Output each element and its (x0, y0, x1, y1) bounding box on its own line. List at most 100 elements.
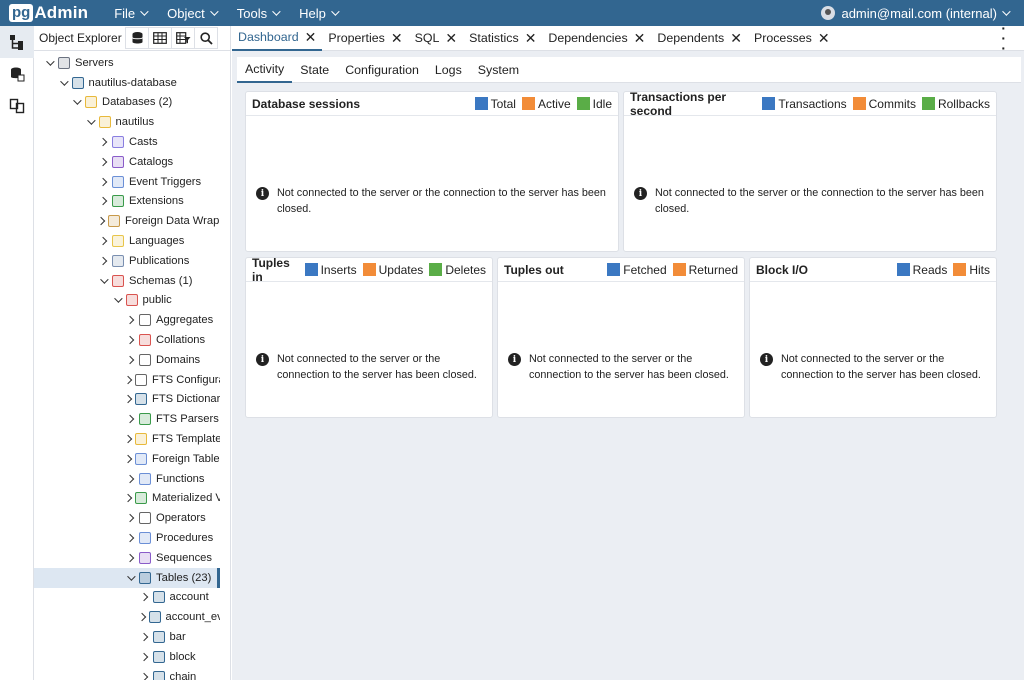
chevron-right-icon[interactable] (98, 218, 104, 224)
tree-node[interactable]: Servers (34, 53, 220, 73)
schema-diff-rail-button[interactable] (0, 90, 34, 122)
tab-processes[interactable]: Processes ✕ (748, 26, 836, 51)
subtab-system[interactable]: System (470, 57, 527, 83)
legend-item[interactable]: Transactions (762, 97, 847, 111)
user-menu[interactable]: admin@mail.com (internal) (821, 6, 1011, 21)
chevron-right-icon[interactable] (98, 198, 108, 204)
legend-item[interactable]: Returned (672, 263, 738, 277)
tab-properties[interactable]: Properties ✕ (322, 26, 408, 51)
chevron-right-icon[interactable] (139, 634, 149, 640)
tree-node[interactable]: Languages (34, 231, 220, 251)
chevron-right-icon[interactable] (139, 654, 149, 660)
subtab-logs[interactable]: Logs (427, 57, 470, 83)
tree-node[interactable]: chain (34, 667, 220, 680)
chevron-right-icon[interactable] (125, 535, 135, 541)
legend-item[interactable]: Commits (852, 97, 916, 111)
chevron-down-icon[interactable] (71, 99, 81, 105)
legend-item[interactable]: Inserts (304, 263, 357, 277)
filtered-rows-button[interactable] (171, 27, 195, 49)
close-icon[interactable]: ✕ (730, 31, 742, 45)
tree-node[interactable]: bar (34, 627, 220, 647)
tree-node[interactable]: FTS Configurations (34, 370, 220, 390)
query-tool-button[interactable] (125, 27, 149, 49)
chevron-right-icon[interactable] (125, 377, 131, 383)
chevron-down-icon[interactable] (125, 575, 135, 581)
tree-node[interactable]: Schemas (1) (34, 271, 220, 291)
view-data-button[interactable] (148, 27, 172, 49)
chevron-down-icon[interactable] (85, 119, 95, 125)
menu-object[interactable]: Object (162, 6, 221, 21)
close-icon[interactable]: ✕ (305, 30, 317, 44)
close-icon[interactable]: ✕ (818, 31, 830, 45)
tree-node[interactable]: FTS Templates (34, 429, 220, 449)
tree-node[interactable]: Materialized Views (34, 489, 220, 509)
pgadmin-logo[interactable]: pg Admin (9, 3, 88, 23)
tab-sql[interactable]: SQL ✕ (409, 26, 464, 51)
tab-dependencies[interactable]: Dependencies ✕ (542, 26, 651, 51)
close-icon[interactable]: ✕ (445, 31, 457, 45)
legend-item[interactable]: Active (521, 97, 571, 111)
tree-node[interactable]: public (34, 291, 220, 311)
tab-statistics[interactable]: Statistics ✕ (463, 26, 542, 51)
chevron-right-icon[interactable] (98, 139, 108, 145)
chevron-down-icon[interactable] (44, 60, 54, 66)
tree-node[interactable]: Foreign Tables (34, 449, 220, 469)
tree-node[interactable]: Domains (34, 350, 220, 370)
tree-node[interactable]: Publications (34, 251, 220, 271)
tree-node[interactable]: FTS Parsers (34, 409, 220, 429)
menu-help[interactable]: Help (294, 6, 342, 21)
legend-item[interactable]: Reads (896, 263, 947, 277)
chevron-down-icon[interactable] (112, 297, 122, 303)
chevron-right-icon[interactable] (139, 594, 149, 600)
tree-node[interactable]: Tables (23) (34, 567, 220, 588)
subtab-configuration[interactable]: Configuration (337, 57, 427, 83)
close-icon[interactable]: ✕ (634, 31, 646, 45)
legend-item[interactable]: Hits (953, 263, 990, 277)
tree-node[interactable]: Procedures (34, 528, 220, 548)
chevron-right-icon[interactable] (125, 495, 131, 501)
chevron-right-icon[interactable] (125, 476, 135, 482)
tree-node[interactable]: FTS Dictionaries (34, 390, 220, 410)
chevron-right-icon[interactable] (125, 456, 131, 462)
chevron-right-icon[interactable] (125, 436, 131, 442)
legend-item[interactable]: Fetched (607, 263, 667, 277)
tree-node[interactable]: Catalogs (34, 152, 220, 172)
legend-item[interactable]: Total (474, 97, 516, 111)
object-explorer-rail-button[interactable] (0, 26, 34, 58)
chevron-right-icon[interactable] (139, 614, 145, 620)
chevron-right-icon[interactable] (98, 258, 108, 264)
chevron-right-icon[interactable] (125, 317, 135, 323)
tree-node[interactable]: Functions (34, 469, 220, 489)
chevron-right-icon[interactable] (139, 674, 149, 680)
subtab-state[interactable]: State (292, 57, 337, 83)
close-icon[interactable]: ✕ (391, 31, 403, 45)
subtab-activity[interactable]: Activity (237, 57, 293, 83)
chevron-right-icon[interactable] (125, 555, 135, 561)
chevron-right-icon[interactable] (125, 416, 135, 422)
chevron-down-icon[interactable] (98, 278, 108, 284)
close-icon[interactable]: ✕ (525, 31, 537, 45)
more-options-icon[interactable]: · · · (1001, 21, 1006, 55)
tree-node[interactable]: block (34, 647, 220, 667)
legend-item[interactable]: Rollbacks (921, 97, 990, 111)
chevron-right-icon[interactable] (98, 179, 108, 185)
tree-node[interactable]: Collations (34, 330, 220, 350)
tree-node[interactable]: Foreign Data Wrappers (34, 211, 220, 231)
tree-node[interactable]: Event Triggers (34, 172, 220, 192)
tree-node[interactable]: nautilus (34, 112, 220, 132)
query-tool-rail-button[interactable] (0, 58, 34, 90)
tab-dashboard[interactable]: Dashboard ✕ (232, 26, 323, 51)
legend-item[interactable]: Updates (362, 263, 423, 277)
tree-node[interactable]: Databases (2) (34, 93, 220, 113)
chevron-right-icon[interactable] (125, 396, 131, 402)
tree-node[interactable]: Sequences (34, 548, 220, 568)
tree-node[interactable]: Extensions (34, 192, 220, 212)
legend-item[interactable]: Deletes (429, 263, 486, 277)
chevron-right-icon[interactable] (125, 357, 135, 363)
tree-node[interactable]: Aggregates (34, 310, 220, 330)
tree-node[interactable]: account (34, 588, 220, 608)
tree-node[interactable]: account_events (34, 607, 220, 627)
chevron-right-icon[interactable] (98, 238, 108, 244)
chevron-right-icon[interactable] (98, 159, 108, 165)
chevron-down-icon[interactable] (58, 80, 68, 86)
